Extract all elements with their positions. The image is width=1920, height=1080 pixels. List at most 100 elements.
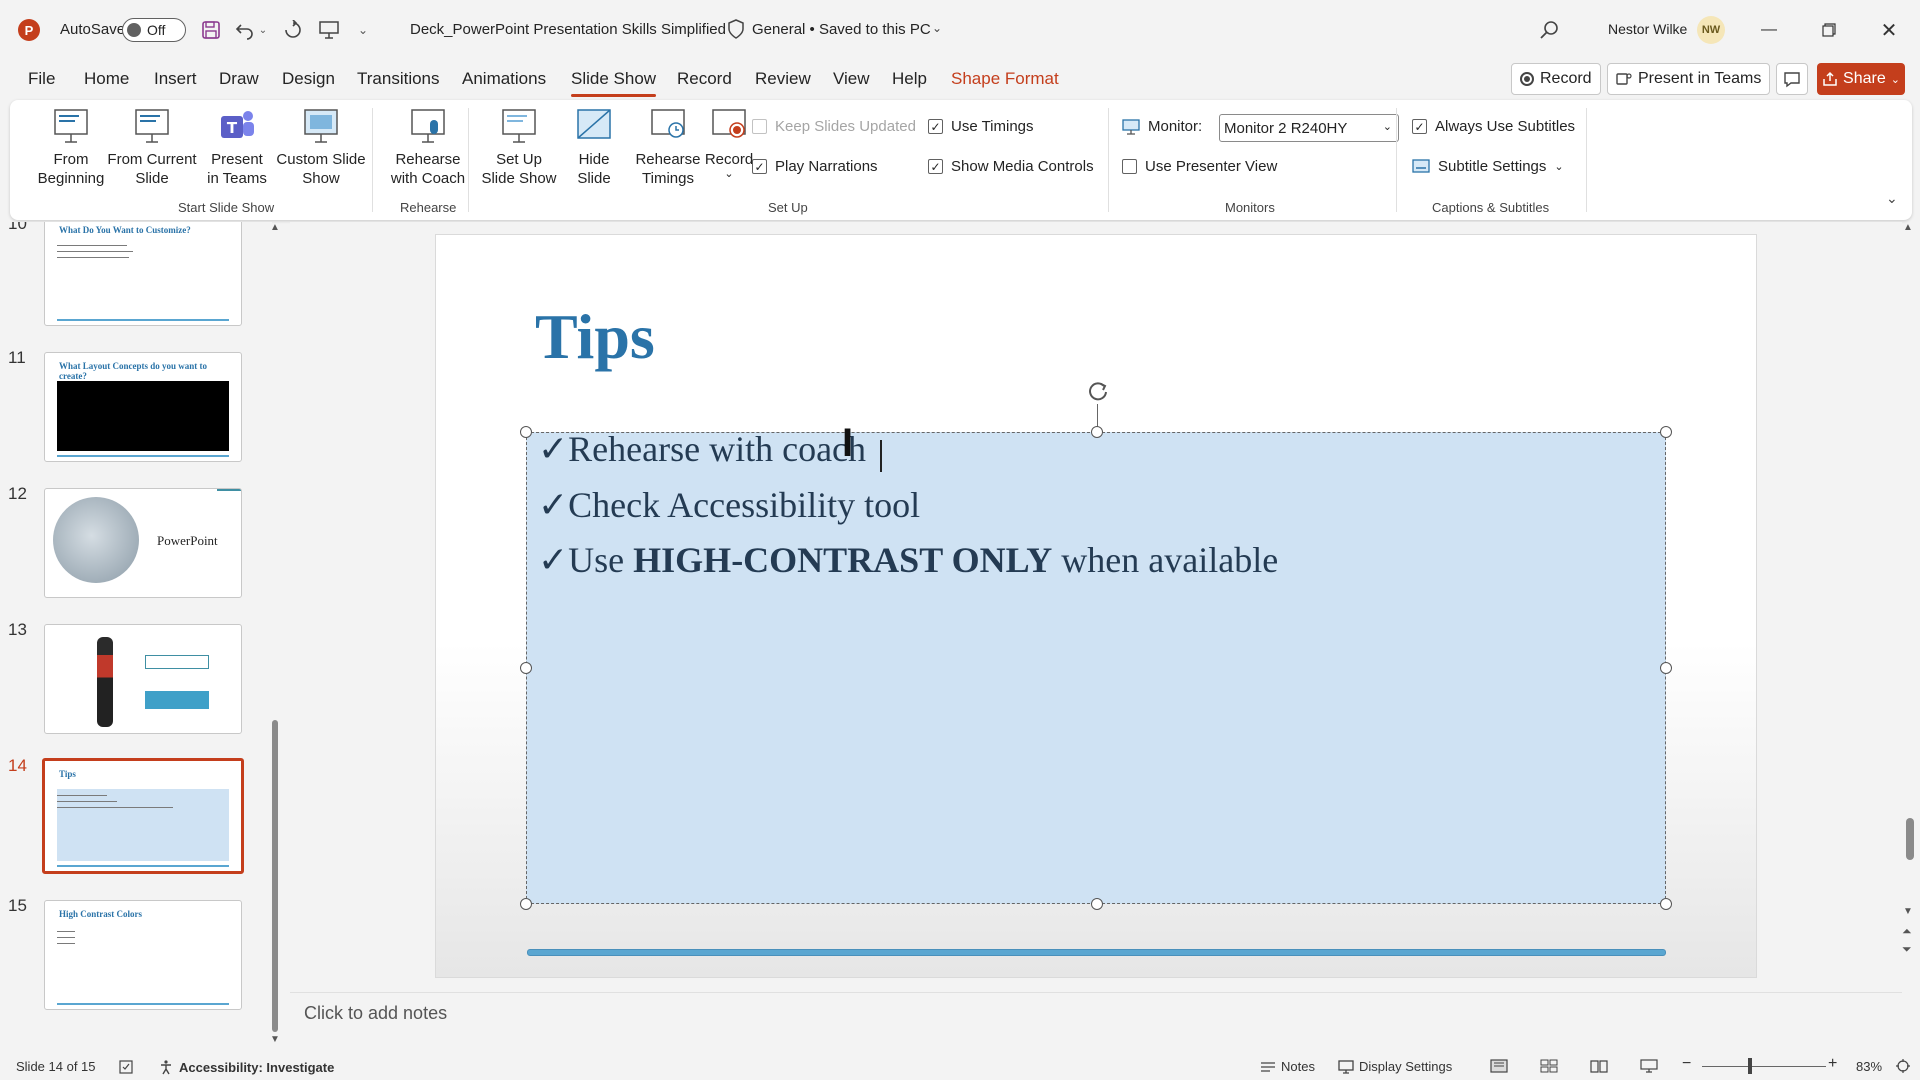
slide-thumbnail-13[interactable] [44, 624, 242, 734]
thumbnail-line [57, 795, 107, 796]
present-in-teams-ribbon-label: Present in Teams [207, 151, 267, 187]
scroll-up-icon[interactable]: ▲ [1903, 222, 1913, 233]
record-button[interactable]: Record [1511, 63, 1601, 95]
tab-help[interactable]: Help [892, 69, 927, 89]
document-title[interactable]: Deck_PowerPoint Presentation Skills Simp… [410, 21, 726, 38]
autosave-toggle[interactable]: Off [122, 18, 186, 42]
thumbnail-title: Tips [59, 769, 76, 779]
checkmark-icon: ✓ [538, 540, 569, 580]
tab-review[interactable]: Review [755, 69, 811, 89]
from-current-slide-button[interactable]: From Current Slide [102, 106, 202, 188]
use-timings-checkbox[interactable]: ✓ Use Timings [928, 118, 1034, 135]
resize-handle-top[interactable] [1091, 426, 1103, 438]
tab-design[interactable]: Design [282, 69, 335, 89]
tab-file[interactable]: File [28, 69, 55, 89]
present-from-beginning-icon[interactable] [316, 17, 342, 43]
zoom-level[interactable]: 83% [1856, 1059, 1882, 1074]
resize-handle-bottom[interactable] [1091, 898, 1103, 910]
slide-title[interactable]: Tips [535, 300, 655, 374]
slide-scrollbar[interactable] [1906, 818, 1914, 860]
present-in-teams-ribbon-button[interactable]: T Present in Teams [205, 106, 269, 188]
tab-draw[interactable]: Draw [219, 69, 259, 89]
zoom-in-icon[interactable]: + [1828, 1055, 1837, 1073]
resize-handle-bottom-right[interactable] [1660, 898, 1672, 910]
normal-view-icon[interactable] [1490, 1059, 1508, 1073]
from-beginning-icon [54, 109, 88, 143]
slide-sorter-icon[interactable] [1540, 1059, 1558, 1073]
search-icon[interactable] [1538, 18, 1562, 42]
from-beginning-button[interactable]: From Beginning [32, 106, 110, 188]
next-slide-icon[interactable]: ⏷ [1902, 942, 1912, 957]
subtitle-settings-button[interactable]: Subtitle Settings ⌄ [1412, 158, 1564, 175]
custom-slide-show-label: Custom Slide Show [276, 151, 366, 187]
custom-slide-show-button[interactable]: Custom Slide Show [272, 106, 370, 188]
rehearse-with-coach-button[interactable]: Rehearse with Coach [380, 106, 476, 188]
minimize-icon[interactable]: — [1746, 12, 1792, 48]
slide-thumbnail-14[interactable]: Tips [42, 758, 244, 874]
close-icon[interactable]: ✕ [1866, 12, 1912, 48]
tab-record[interactable]: Record [677, 69, 732, 89]
notes-pane[interactable] [290, 992, 1902, 1050]
accessibility-status[interactable]: Accessibility: Investigate [158, 1059, 334, 1075]
reading-view-icon[interactable] [1590, 1059, 1608, 1073]
share-button[interactable]: Share ⌄ [1817, 63, 1905, 95]
tab-insert[interactable]: Insert [154, 69, 197, 89]
display-settings-icon [1338, 1059, 1354, 1074]
resize-handle-top-left[interactable] [520, 426, 532, 438]
hide-slide-button[interactable]: Hide Slide [562, 106, 626, 188]
collapse-ribbon-icon[interactable]: ⌄ [1886, 190, 1898, 207]
undo-dropdown-icon[interactable]: ⌄ [256, 17, 270, 43]
scroll-down-icon[interactable]: ▼ [1903, 906, 1913, 917]
monitor-select[interactable]: Monitor 2 R240HY ⌄ [1219, 114, 1399, 142]
restore-icon[interactable] [1806, 12, 1852, 48]
fit-slide-icon[interactable] [1896, 1059, 1910, 1073]
set-up-slide-show-button[interactable]: Set Up Slide Show [475, 106, 563, 188]
show-media-controls-checkbox[interactable]: ✓ Show Media Controls [928, 158, 1094, 175]
chevron-down-icon[interactable]: ⌄ [932, 21, 942, 35]
zoom-slider[interactable] [1702, 1066, 1826, 1067]
tab-home[interactable]: Home [84, 69, 129, 89]
tab-transitions[interactable]: Transitions [357, 69, 440, 89]
comments-button[interactable] [1776, 63, 1808, 95]
zoom-slider-thumb[interactable] [1748, 1058, 1752, 1074]
notes-placeholder[interactable]: Click to add notes [304, 1003, 447, 1024]
slide-thumbnail-15[interactable]: High Contrast Colors [44, 900, 242, 1010]
always-use-subtitles-checkbox[interactable]: ✓ Always Use Subtitles [1412, 118, 1575, 135]
slide-thumbnail-11[interactable]: What Layout Concepts do you want to crea… [44, 352, 242, 462]
resize-handle-right[interactable] [1660, 662, 1672, 674]
undo-icon[interactable] [232, 17, 258, 43]
scroll-down-icon[interactable]: ▼ [270, 1034, 280, 1045]
redo-icon[interactable] [280, 17, 306, 43]
slide-thumbnail-12[interactable]: PowerPoint [44, 488, 242, 598]
spelling-icon[interactable] [118, 1059, 134, 1075]
rotate-handle-icon[interactable] [1084, 378, 1112, 406]
bullet-item-2[interactable]: ✓Check Accessibility tool [538, 484, 920, 526]
resize-handle-left[interactable] [520, 662, 532, 674]
user-name[interactable]: Nestor Wilke [1608, 21, 1687, 37]
thumbnails-scrollbar[interactable] [272, 720, 278, 1032]
previous-slide-icon[interactable]: ⏶ [1902, 924, 1912, 939]
tab-animations[interactable]: Animations [462, 69, 546, 89]
display-settings-button[interactable]: Display Settings [1338, 1059, 1452, 1074]
customize-toolbar-icon[interactable]: ⌄ [350, 17, 376, 43]
resize-handle-bottom-left[interactable] [520, 898, 532, 910]
sensitivity-label[interactable]: General • Saved to this PC [752, 21, 931, 38]
slide-thumbnail-10[interactable]: What Do You Want to Customize? [44, 222, 242, 326]
present-in-teams-button[interactable]: Present in Teams [1607, 63, 1771, 95]
avatar[interactable]: NW [1697, 16, 1725, 44]
thumbnail-decoration [217, 489, 241, 491]
notes-toggle-button[interactable]: Notes [1260, 1059, 1315, 1074]
use-presenter-view-checkbox[interactable]: Use Presenter View [1122, 158, 1277, 175]
save-icon[interactable] [198, 17, 224, 43]
thumbnail-line [57, 251, 133, 252]
tab-shape-format[interactable]: Shape Format [951, 69, 1059, 89]
play-narrations-checkbox[interactable]: ✓ Play Narrations [752, 158, 878, 175]
zoom-out-icon[interactable]: − [1682, 1055, 1691, 1073]
resize-handle-top-right[interactable] [1660, 426, 1672, 438]
tab-slide-show[interactable]: Slide Show [571, 69, 657, 97]
bullet-item-3[interactable]: ✓Use HIGH-CONTRAST ONLY when available [538, 539, 1278, 581]
slide-show-icon[interactable] [1640, 1059, 1658, 1073]
tab-view[interactable]: View [833, 69, 870, 89]
bullet-item-1[interactable]: ✓Rehearse with coach [538, 428, 866, 470]
scroll-up-icon[interactable]: ▲ [270, 222, 280, 233]
